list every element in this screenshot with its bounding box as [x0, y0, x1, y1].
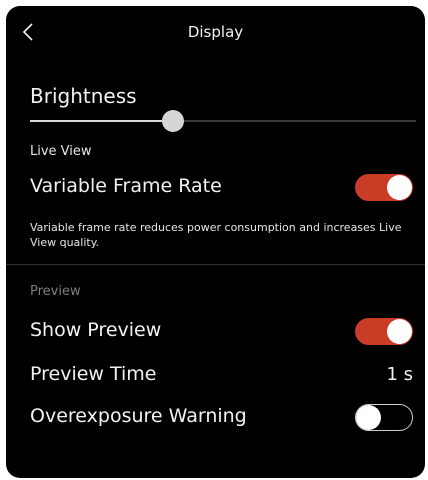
variable-frame-rate-label: Variable Frame Rate [30, 175, 222, 197]
brightness-slider[interactable] [30, 110, 416, 132]
variable-frame-rate-description: Variable frame rate reduces power consum… [30, 221, 402, 249]
preview-time-value: 1 s [386, 364, 413, 385]
preview-time-label: Preview Time [30, 363, 157, 385]
brightness-label: Brightness [30, 84, 137, 108]
slider-fill [30, 120, 173, 122]
slider-thumb[interactable] [161, 110, 184, 132]
row-preview-time[interactable]: Preview Time 1 s [30, 359, 415, 389]
row-variable-frame-rate: Variable Frame Rate [30, 171, 415, 201]
variable-frame-rate-toggle[interactable] [355, 174, 413, 201]
toggle-knob [387, 175, 412, 200]
display-settings-screen: Display Brightness Live View Variable Fr… [6, 6, 425, 478]
overexposure-warning-label: Overexposure Warning [30, 405, 247, 427]
page-title: Display [187, 23, 244, 41]
toggle-knob [356, 405, 381, 430]
row-overexposure-warning: Overexposure Warning [30, 401, 415, 431]
section-divider [6, 264, 425, 265]
overexposure-warning-toggle[interactable] [355, 404, 413, 431]
section-label-preview: Preview [30, 284, 81, 299]
show-preview-toggle[interactable] [355, 318, 413, 345]
row-show-preview: Show Preview [30, 315, 415, 345]
show-preview-label: Show Preview [30, 319, 162, 341]
section-label-live-view: Live View [30, 144, 92, 159]
top-bar: Display [6, 6, 425, 58]
toggle-knob [387, 319, 412, 344]
